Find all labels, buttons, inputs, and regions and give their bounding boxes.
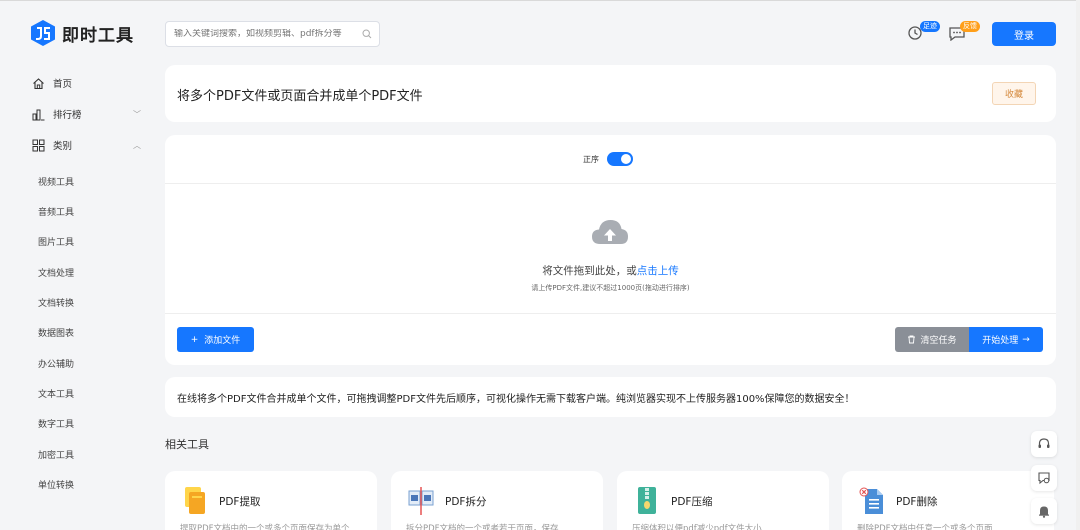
order-label: 正序 — [583, 154, 599, 164]
feedback-float-button[interactable] — [1031, 465, 1057, 491]
sidebar-subitem[interactable]: 图片工具 — [38, 235, 74, 248]
tool-desc: 压缩体积以便pdf减少pdf文件大小 — [632, 524, 762, 530]
login-button[interactable]: 登录 — [992, 22, 1056, 46]
upload-link[interactable]: 点击上传 — [637, 265, 679, 277]
related-tool-card[interactable]: PDF提取 提取PDF文档中的一个或多个页面保存为单个 — [165, 471, 377, 530]
drop-hint: 请上传PDF文件,建议不超过1000页(拖动进行排序) — [531, 284, 690, 292]
arrow-right-icon: → — [1022, 334, 1030, 345]
add-file-button[interactable]: + 添加文件 — [177, 327, 254, 352]
tool-name: PDF压缩 — [671, 496, 713, 508]
sidebar-item-category[interactable]: 类别 — [32, 138, 72, 152]
notification-button[interactable] — [1031, 498, 1057, 524]
feedback-badge[interactable]: 反馈 — [960, 21, 980, 32]
add-file-label: 添加文件 — [204, 336, 241, 346]
sidebar-subitem[interactable]: 文本工具 — [38, 387, 74, 400]
trash-icon — [908, 335, 916, 344]
divider — [165, 183, 1056, 184]
chevron-up-icon[interactable]: ︿ — [133, 140, 141, 151]
sidebar-item-home[interactable]: 首页 — [32, 76, 72, 90]
sidebar-item-ranking[interactable]: 排行榜 — [32, 107, 82, 121]
brand-name: 即时工具 — [62, 25, 134, 46]
page-scrollbar[interactable] — [1076, 0, 1080, 530]
sidebar-subitem[interactable]: 单位转换 — [38, 478, 74, 491]
home-icon — [33, 77, 44, 89]
description-card: 在线将多个PDF文件合并成单个文件，可拖拽调整PDF文件先后顺序，可视化操作无需… — [165, 377, 1056, 417]
sidebar-item-label: 类别 — [53, 141, 73, 152]
start-process-label: 开始处理 — [982, 336, 1019, 346]
tool-desc: 删除PDF文档中任意一个或多个页面 — [857, 524, 993, 530]
sidebar-subitem[interactable]: 音频工具 — [38, 205, 74, 218]
pdf-compress-icon — [638, 487, 656, 514]
sidebar-item-label: 排行榜 — [53, 110, 82, 121]
search-icon[interactable] — [362, 29, 372, 39]
cloud-upload-icon[interactable] — [591, 217, 629, 247]
favorite-button[interactable]: 收藏 — [992, 82, 1036, 105]
clear-tasks-label: 清空任务 — [920, 336, 957, 346]
customer-service-button[interactable] — [1031, 431, 1057, 457]
tool-desc: 提取PDF文档中的一个或多个页面保存为单个 — [180, 524, 350, 530]
top-header: 即时工具 足迹 反馈 登录 — [0, 0, 1080, 64]
related-tool-card[interactable]: PDF拆分 拆分PDF文档的一个或者若干页面，保存 — [391, 471, 603, 530]
tool-description: 在线将多个PDF文件合并成单个文件，可拖拽调整PDF文件先后顺序，可视化操作无需… — [177, 394, 855, 405]
bell-icon — [1039, 506, 1049, 518]
site-logo[interactable]: 即时工具 — [30, 19, 134, 47]
message-icon — [1038, 472, 1050, 485]
chevron-down-icon[interactable]: ﹀ — [133, 109, 141, 120]
grid-icon — [32, 139, 45, 151]
order-toggle[interactable] — [607, 152, 633, 166]
title-card: 将多个PDF文件或页面合并成单个PDF文件 收藏 — [165, 65, 1056, 122]
sidebar: 首页 排行榜 ﹀ 类别 ︿ 视频工具 音频工具 图片工具 文档处理 文档转换 数… — [0, 64, 150, 530]
headset-icon — [1038, 438, 1050, 448]
related-tool-card[interactable]: PDF删除 删除PDF文档中任意一个或多个页面 — [842, 471, 1054, 530]
upload-card: 正序 将文件拖到此处，或点击上传 请上传PDF文件,建议不超过1000页(拖动进… — [165, 135, 1056, 365]
sidebar-subitem[interactable]: 数据图表 — [38, 326, 74, 339]
logo-icon — [31, 20, 55, 46]
sidebar-subitem[interactable]: 视频工具 — [38, 175, 74, 188]
plus-icon: + — [190, 334, 199, 345]
page-title: 将多个PDF文件或页面合并成单个PDF文件 — [177, 89, 423, 104]
sidebar-subitem[interactable]: 文档转换 — [38, 296, 74, 309]
related-tool-card[interactable]: PDF压缩 压缩体积以便pdf减少pdf文件大小 — [617, 471, 829, 530]
start-process-button[interactable]: 开始处理 → — [969, 327, 1043, 352]
sidebar-subitem[interactable]: 数字工具 — [38, 417, 74, 430]
pdf-delete-icon — [859, 487, 883, 514]
bar-chart-icon — [32, 109, 45, 120]
sidebar-item-label: 首页 — [53, 79, 73, 90]
search-input[interactable] — [174, 29, 354, 39]
drop-zone-text[interactable]: 将文件拖到此处，或点击上传 — [165, 263, 1056, 278]
sidebar-subitem[interactable]: 办公辅助 — [38, 357, 74, 370]
pdf-split-icon — [408, 487, 434, 515]
sidebar-subitem[interactable]: 文档处理 — [38, 266, 74, 279]
tool-name: PDF拆分 — [445, 496, 487, 508]
recent-badge[interactable]: 足迹 — [920, 21, 940, 32]
divider — [165, 313, 1056, 314]
search-box[interactable] — [165, 21, 380, 47]
clear-tasks-button[interactable]: 清空任务 — [895, 327, 969, 352]
sidebar-subitem[interactable]: 加密工具 — [38, 448, 74, 461]
pdf-extract-icon — [185, 487, 205, 514]
tool-name: PDF提取 — [219, 496, 261, 508]
related-tools-heading: 相关工具 — [165, 438, 209, 451]
drop-text: 将文件拖到此处，或 — [542, 265, 637, 277]
tool-name: PDF删除 — [896, 496, 938, 508]
order-toggle-row: 正序 — [583, 152, 633, 166]
tool-desc: 拆分PDF文档的一个或者若干页面，保存 — [406, 524, 559, 530]
